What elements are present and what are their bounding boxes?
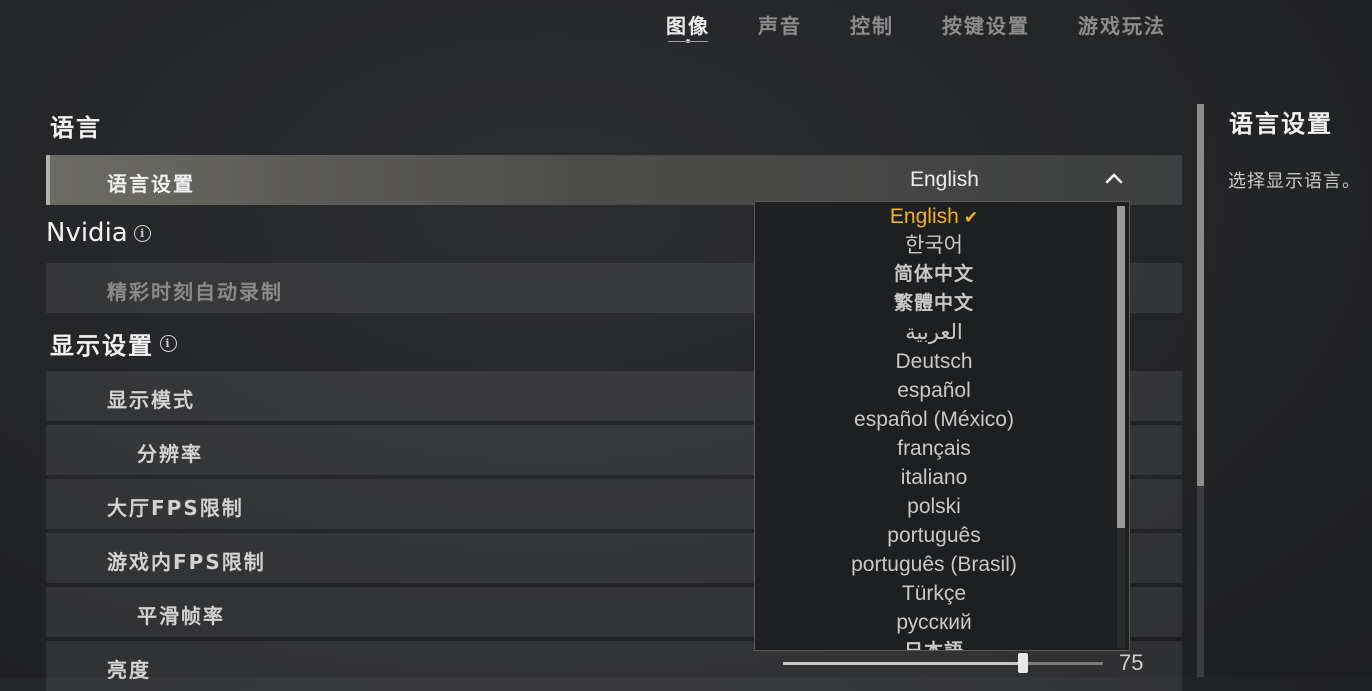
language-option[interactable]: français [755,434,1113,463]
tab-key-bindings[interactable]: 按键设置 [918,0,1054,44]
language-option-label: Türkçe [901,582,967,605]
language-option-label: português [887,524,981,547]
language-option[interactable]: 繁體中文 [755,289,1113,318]
top-tab-bar: 图像 声音 控制 按键设置 游戏玩法 [642,0,1190,52]
language-option-label: 繁體中文 [893,292,974,314]
language-setting-value[interactable]: English [910,168,979,192]
chevron-up-icon[interactable] [1105,171,1123,185]
highlights-auto-record-label: 精彩时刻自动录制 [107,280,283,304]
language-option-list: English ✔ 한국어 简体中文 繁體中文 العربية Deutsch español… [755,202,1113,651]
resolution-label: 分辨率 [137,442,203,466]
brightness-slider-thumb[interactable] [1018,653,1028,673]
language-option-label: français [897,437,971,460]
ingame-fps-limit-label: 游戏内FPS限制 [107,550,266,574]
language-option[interactable]: English ✔ [755,202,1113,231]
language-option[interactable]: русский [755,608,1113,637]
language-option-label: polski [907,495,961,518]
language-option-label: English [889,205,959,228]
language-option-label: Deutsch [895,350,973,373]
language-option-label: español (México) [854,408,1014,431]
language-option-label: русский [896,611,972,634]
language-dropdown[interactable]: English ✔ 한국어 简体中文 繁體中文 العربية Deutsch español… [754,201,1130,651]
brightness-label: 亮度 [107,658,151,682]
dropdown-scrollbar-thumb[interactable] [1117,206,1125,528]
language-option-label: español [897,379,971,402]
tab-graphics[interactable]: 图像 [642,0,734,44]
language-option[interactable]: 日本語 [755,637,1113,651]
brightness-slider[interactable] [783,653,1103,673]
language-option-label: italiano [900,466,968,489]
language-option[interactable]: Deutsch [755,347,1113,376]
info-icon[interactable]: i [160,335,177,352]
dropdown-scrollbar[interactable] [1117,206,1125,648]
language-option[interactable]: español [755,376,1113,405]
brightness-value: 75 [1119,650,1144,675]
language-option[interactable]: 한국어 [755,231,1113,260]
section-language-header: 语言 [50,108,102,143]
section-display-header: 显示设置 i [50,326,177,361]
checkmark-icon: ✔ [963,208,979,228]
smooth-framerate-label: 平滑帧率 [137,604,225,628]
language-option-label: português (Brasil) [851,553,1017,576]
settings-scrollbar-thumb[interactable] [1197,104,1204,486]
section-nvidia-header: Nvidia i [46,218,151,248]
description-title: 语言设置 [1229,110,1333,138]
language-option-label: 简体中文 [893,263,974,285]
language-option[interactable]: Türkçe [755,579,1113,608]
brightness-slider-fill [783,662,1023,665]
tab-controls[interactable]: 控制 [826,0,918,44]
info-icon[interactable]: i [133,224,151,242]
language-option[interactable]: 简体中文 [755,260,1113,289]
language-option[interactable]: polski [755,492,1113,521]
section-nvidia-title: Nvidia [46,218,128,248]
language-option-label: 日本語 [903,640,964,651]
language-setting-row[interactable]: 语言设置 English [46,155,1182,205]
language-option[interactable]: português (Brasil) [755,550,1113,579]
language-option[interactable]: español (México) [755,405,1113,434]
settings-scrollbar[interactable] [1197,104,1204,677]
language-option[interactable]: português [755,521,1113,550]
section-display-title: 显示设置 [50,332,154,360]
description-text: 选择显示语言。 [1228,171,1361,192]
tab-sound[interactable]: 声音 [734,0,826,44]
language-option-label: 한국어 [905,234,963,257]
lobby-fps-limit-label: 大厅FPS限制 [107,496,244,520]
language-option-label: العربية [905,321,963,344]
language-option[interactable]: العربية [755,318,1113,347]
display-mode-label: 显示模式 [107,388,195,412]
section-language-title: 语言 [50,114,102,142]
tab-gameplay[interactable]: 游戏玩法 [1054,0,1190,44]
language-option[interactable]: italiano [755,463,1113,492]
language-setting-label: 语言设置 [107,172,195,196]
